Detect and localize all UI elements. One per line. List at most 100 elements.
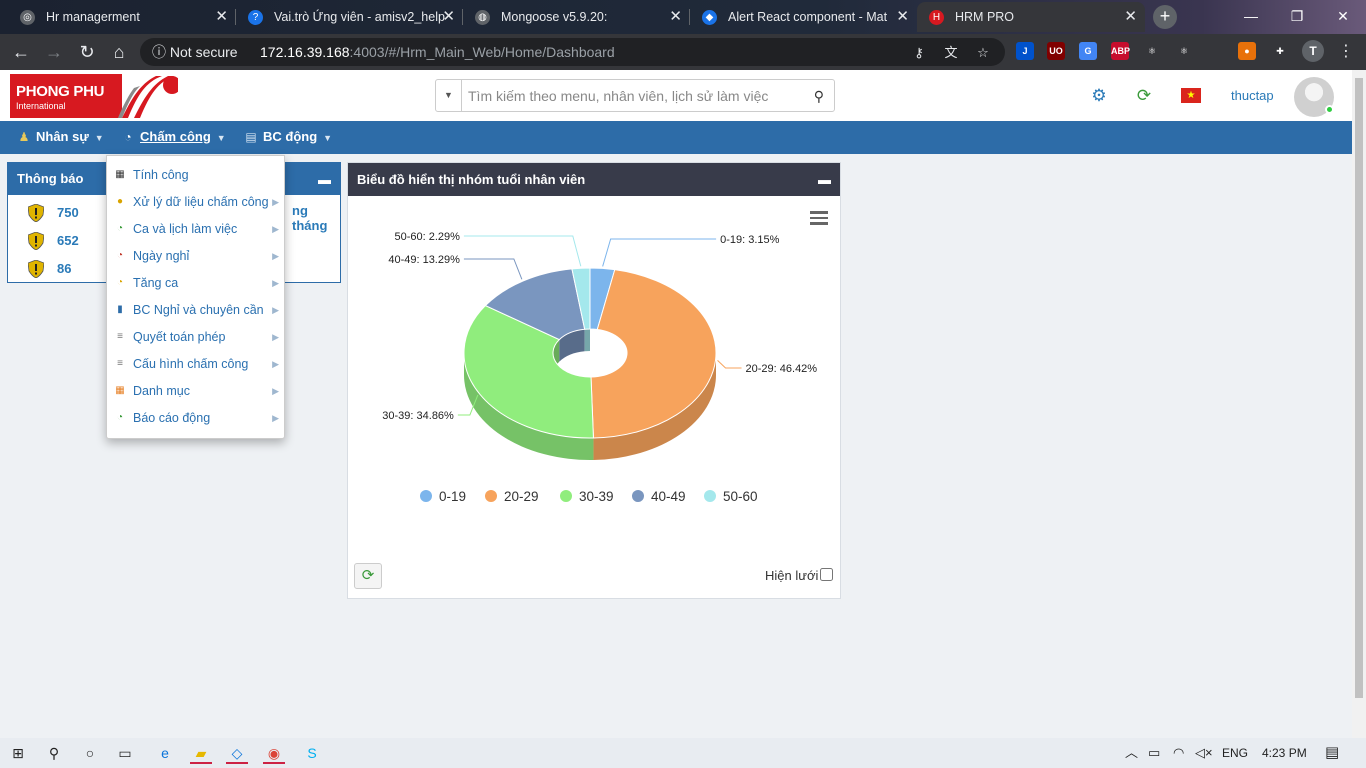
file-explorer-icon[interactable]: ▰ <box>190 742 212 764</box>
url-text[interactable]: 172.16.39.168:4003/#/Hrm_Main_Web/Home/D… <box>260 38 615 66</box>
security-indicator[interactable]: ⓘ Not secure <box>152 38 238 66</box>
translate-icon[interactable]: 文 <box>942 44 960 62</box>
url-host: 172.16.39.168 <box>260 44 350 60</box>
key-icon[interactable]: ⚷ <box>910 44 928 62</box>
browser-tab[interactable]: H HRM PRO ✕ <box>917 2 1145 32</box>
extensions-puzzle-icon[interactable]: ✚ <box>1271 42 1289 60</box>
start-icon[interactable]: ⊞ <box>7 742 29 764</box>
dropdown-item[interactable]: ▦ Tính công <box>107 162 284 189</box>
action-center-icon[interactable]: ▤ <box>1325 738 1339 768</box>
adblock-plus-extension-icon[interactable]: ABP <box>1111 42 1130 60</box>
react-devtools-extension-icon[interactable]: ⚛ <box>1143 42 1161 60</box>
dropdown-item[interactable]: ▮ BC Nghỉ và chuyên cần ▶ <box>107 297 284 324</box>
browser-tab[interactable]: ? Vai.trò Ứng viên - amisv2_help ✕ <box>236 2 463 32</box>
close-window-button[interactable]: ✕ <box>1320 0 1366 32</box>
dropdown-item[interactable]: ◔ Ngày nghỉ ▶ <box>107 243 284 270</box>
browser-tab[interactable]: ◎ Hr managerment ✕ <box>8 2 236 32</box>
skype-icon[interactable]: S <box>301 742 323 764</box>
back-icon[interactable]: ← <box>9 40 33 64</box>
clock-shift-icon: ◔ <box>116 223 124 234</box>
dropdown-item[interactable]: ≡ Quyết toán phép ▶ <box>107 324 284 351</box>
clock-time[interactable]: 4:23 PM <box>1262 738 1307 768</box>
menu-cham-cong[interactable]: ◔ Chấm công ▼ <box>118 121 225 154</box>
battery-icon[interactable]: ▭ <box>1148 738 1160 768</box>
dropdown-item[interactable]: ▦ Danh mục ▶ <box>107 378 284 405</box>
ublock-extension-icon[interactable]: UO <box>1047 42 1065 60</box>
close-tab-icon[interactable]: ✕ <box>896 2 909 32</box>
sync-icon[interactable]: ⟳ <box>1134 86 1154 106</box>
volume-muted-icon[interactable]: ◁× <box>1195 738 1213 768</box>
search-scope-dropdown[interactable]: ▼ <box>436 80 462 111</box>
data-label-connector <box>463 258 523 280</box>
menu-bc-dong[interactable]: ▤ BC động ▼ <box>241 121 332 154</box>
edge-icon[interactable]: e <box>154 742 176 764</box>
cham-cong-dropdown: ▦ Tính công ● Xử lý dữ liệu chấm công ▶ ◔ Ca v… <box>106 155 285 439</box>
dropdown-item[interactable]: ◔ Ca và lịch làm việc ▶ <box>107 216 284 243</box>
show-grid-checkbox[interactable] <box>820 568 834 581</box>
browser-tab[interactable]: ◆ Alert React component - Mat ✕ <box>690 2 917 32</box>
tray-chevron-icon[interactable]: ︿ <box>1125 738 1138 768</box>
page-scrollbar[interactable] <box>1352 70 1366 738</box>
warning-shield-icon <box>28 232 44 250</box>
legend-label: 50-60 <box>723 489 758 504</box>
vscode-icon[interactable]: ◇ <box>226 742 248 764</box>
menu-nhan-su[interactable]: ♟ Nhân sự ▼ <box>14 121 104 154</box>
maximize-button[interactable]: ❐ <box>1274 0 1320 32</box>
input-language[interactable]: ENG <box>1222 738 1248 768</box>
close-tab-icon[interactable]: ✕ <box>1124 2 1137 32</box>
profile-avatar[interactable]: T <box>1302 40 1324 62</box>
address-bar[interactable]: ⓘ Not secure 172.16.39.168:4003/#/Hrm_Ma… <box>140 38 1005 66</box>
dropdown-item[interactable]: ◔ Báo cáo động ▶ <box>107 405 284 432</box>
new-tab-button[interactable]: + <box>1153 5 1177 29</box>
legend-item-20-29[interactable]: 20-29 <box>485 489 539 504</box>
legend-item-40-49[interactable]: 40-49 <box>632 489 686 504</box>
notification-text-partial[interactable]: ng tháng <box>292 203 340 233</box>
book-icon: ▮ <box>117 304 123 315</box>
minimize-button[interactable]: — <box>1228 0 1274 32</box>
online-status-dot <box>1325 105 1334 114</box>
clock-report-icon: ◔ <box>116 412 124 423</box>
close-tab-icon[interactable]: ✕ <box>215 2 228 32</box>
warning-shield-icon <box>28 204 44 222</box>
search-taskbar-icon[interactable]: ⚲ <box>43 742 65 764</box>
username-link[interactable]: thuctap <box>1231 88 1274 103</box>
minimize-panel-icon[interactable]: ▬ <box>818 172 831 187</box>
close-tab-icon[interactable]: ✕ <box>442 2 455 32</box>
info-icon: ⓘ <box>152 44 166 60</box>
user-avatar[interactable] <box>1294 77 1334 117</box>
scrollbar-thumb[interactable] <box>1355 78 1363 698</box>
tab-title: HRM PRO <box>955 10 1015 24</box>
google-translate-extension-icon[interactable]: G <box>1079 42 1097 60</box>
forward-icon[interactable]: → <box>42 40 66 64</box>
submenu-arrow-icon: ▶ <box>272 278 279 288</box>
kebab-menu-icon[interactable]: ⋮ <box>1334 40 1358 64</box>
dropdown-item[interactable]: ≡ Cấu hình chấm công ▶ <box>107 351 284 378</box>
legend-item-0-19[interactable]: 0-19 <box>420 489 466 504</box>
reload-icon[interactable]: ↻ <box>75 40 99 64</box>
browser-tab[interactable]: ◍ Mongoose v5.9.20: ✕ <box>463 2 690 32</box>
refresh-chart-button[interactable]: ⟳ <box>354 563 382 589</box>
home-icon[interactable]: ⌂ <box>107 40 131 64</box>
cortana-icon[interactable]: ○ <box>79 742 101 764</box>
show-grid-toggle[interactable]: Hiện lưới <box>765 568 834 583</box>
settings-gear-icon[interactable]: ⚙ <box>1089 86 1109 106</box>
close-tab-icon[interactable]: ✕ <box>669 2 682 32</box>
vietnam-flag-icon[interactable]: ★ <box>1181 88 1201 103</box>
chrome-icon[interactable]: ◉ <box>263 742 285 764</box>
legend-marker <box>704 490 716 502</box>
search-icon[interactable]: ⚲ <box>814 88 824 105</box>
redux-devtools-extension-icon[interactable]: ⚛ <box>1175 42 1193 60</box>
star-icon[interactable]: ☆ <box>974 44 992 62</box>
minimize-panel-icon[interactable]: ▬ <box>318 172 331 187</box>
fox-extension-icon[interactable]: ● <box>1238 42 1256 60</box>
logo-sub-text: International <box>16 101 66 111</box>
dropdown-item[interactable]: ◔ Tăng ca ▶ <box>107 270 284 297</box>
jira-extension-icon[interactable]: J <box>1016 42 1034 60</box>
legend-item-50-60[interactable]: 50-60 <box>704 489 758 504</box>
wifi-icon[interactable]: ◠ <box>1173 738 1184 768</box>
legend-item-30-39[interactable]: 30-39 <box>560 489 614 504</box>
task-view-icon[interactable]: ▭ <box>114 742 136 764</box>
dropdown-item[interactable]: ● Xử lý dữ liệu chấm công ▶ <box>107 189 284 216</box>
company-logo[interactable]: PHONG PHU International <box>10 74 178 118</box>
search-input[interactable] <box>468 86 788 106</box>
